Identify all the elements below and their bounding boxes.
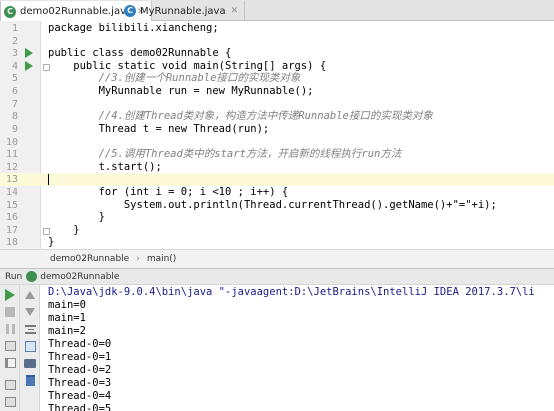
console-line: Thread-0=1	[48, 351, 112, 363]
console-line: Thread-0=3	[48, 377, 112, 389]
stop-button[interactable]	[3, 305, 17, 319]
console-line: main=2	[48, 325, 86, 337]
trash-icon	[25, 374, 35, 386]
run-panel-title: Run	[5, 271, 23, 282]
layout-icon	[4, 380, 16, 390]
code-line-text: package bilibili.xiancheng;	[48, 22, 219, 34]
print-button[interactable]	[23, 356, 37, 370]
breadcrumb-method[interactable]: main()	[147, 254, 177, 264]
scroll-up-button[interactable]	[23, 288, 37, 302]
console-line: Thread-0=0	[48, 338, 112, 350]
close-icon[interactable]: ✕	[231, 6, 239, 16]
console-line: Thread-0=5	[48, 403, 112, 411]
breadcrumb: demo02Runnable › main()	[0, 249, 554, 268]
console-line: main=0	[48, 299, 86, 311]
console-line: Thread-0=2	[48, 364, 112, 376]
code-line: 5 //3.创建一个Runnable接口的实现类对象	[11, 72, 301, 84]
run-config-tab[interactable]: demo02Runnable	[40, 272, 119, 282]
exit-icon	[4, 358, 16, 368]
arrow-down-icon	[25, 308, 35, 316]
code-line: 9 Thread t = new Thread(run);	[11, 123, 270, 135]
code-line: 3 public class demo02Runnable {	[11, 47, 232, 59]
rerun-button[interactable]	[3, 288, 17, 302]
editor-tab-bar: C demo02Runnable.java ✕ C MyRunnable.jav…	[0, 0, 554, 22]
breadcrumb-class[interactable]: demo02Runnable	[50, 254, 129, 264]
play-icon	[5, 289, 15, 301]
run-panel-header: Run demo02Runnable	[0, 268, 554, 285]
clear-all-button[interactable]	[23, 373, 37, 387]
pause-button[interactable]	[3, 322, 17, 336]
arrow-up-icon	[25, 291, 35, 299]
code-line: 16 }	[5, 211, 105, 223]
text-caret	[48, 174, 49, 185]
run-toolbar-right	[20, 285, 40, 411]
scroll-to-end-button[interactable]	[23, 339, 37, 353]
camera-icon	[4, 341, 16, 351]
layout-button[interactable]	[3, 378, 17, 392]
code-line: 6 MyRunnable run = new MyRunnable();	[11, 85, 314, 97]
code-line: 18}	[5, 236, 55, 248]
console-line: D:\Java\jdk-9.0.4\bin\java "-javaagent:D…	[48, 286, 535, 298]
pin-button[interactable]	[3, 395, 17, 409]
tab-label: demo02Runnable.java	[20, 6, 133, 17]
current-code-line: 13	[0, 173, 554, 186]
console-line: Thread-0=4	[48, 390, 112, 402]
console-line: main=1	[48, 312, 86, 324]
soft-wrap-icon	[24, 324, 36, 334]
run-class-gutter-icon[interactable]	[25, 48, 33, 58]
run-main-gutter-icon[interactable]	[25, 61, 33, 71]
fold-marker-icon[interactable]	[43, 228, 50, 235]
scroll-down-button[interactable]	[23, 305, 37, 319]
run-class-icon: C	[4, 5, 16, 18]
tab-label: MyRunnable.java	[140, 5, 226, 17]
soft-wrap-button[interactable]	[23, 322, 37, 336]
code-line: 1 package bilibili.xiancheng;	[11, 22, 219, 34]
run-config-icon	[26, 271, 38, 282]
code-editor[interactable]: 1 package bilibili.xiancheng; 2 3 public c…	[0, 21, 554, 249]
fold-marker-icon[interactable]	[43, 64, 50, 71]
class-icon: C	[124, 5, 136, 17]
code-line: 11 //5.调用Thread类中的start方法，开启新的线程执行run方法	[5, 148, 402, 160]
pin-icon	[4, 397, 16, 407]
print-icon	[24, 358, 36, 368]
run-toolbar-left	[0, 285, 20, 411]
pause-icon	[5, 324, 15, 334]
scroll-to-end-icon	[24, 340, 36, 352]
code-line: 14 for (int i = 0; i <10 ; i++) {	[5, 186, 289, 198]
stop-icon	[5, 307, 15, 317]
exit-button[interactable]	[3, 356, 17, 370]
tab-myrunnable[interactable]: C MyRunnable.java ✕	[121, 1, 246, 21]
console-output[interactable]: D:\Java\jdk-9.0.4\bin\java "-javaagent:D…	[41, 285, 554, 411]
chevron-right-icon: ›	[136, 254, 140, 264]
code-line: 8 //4.创建Thread类对象，构造方法中传递Runnable接口的实现类对…	[11, 110, 433, 122]
dump-threads-button[interactable]	[3, 339, 17, 353]
